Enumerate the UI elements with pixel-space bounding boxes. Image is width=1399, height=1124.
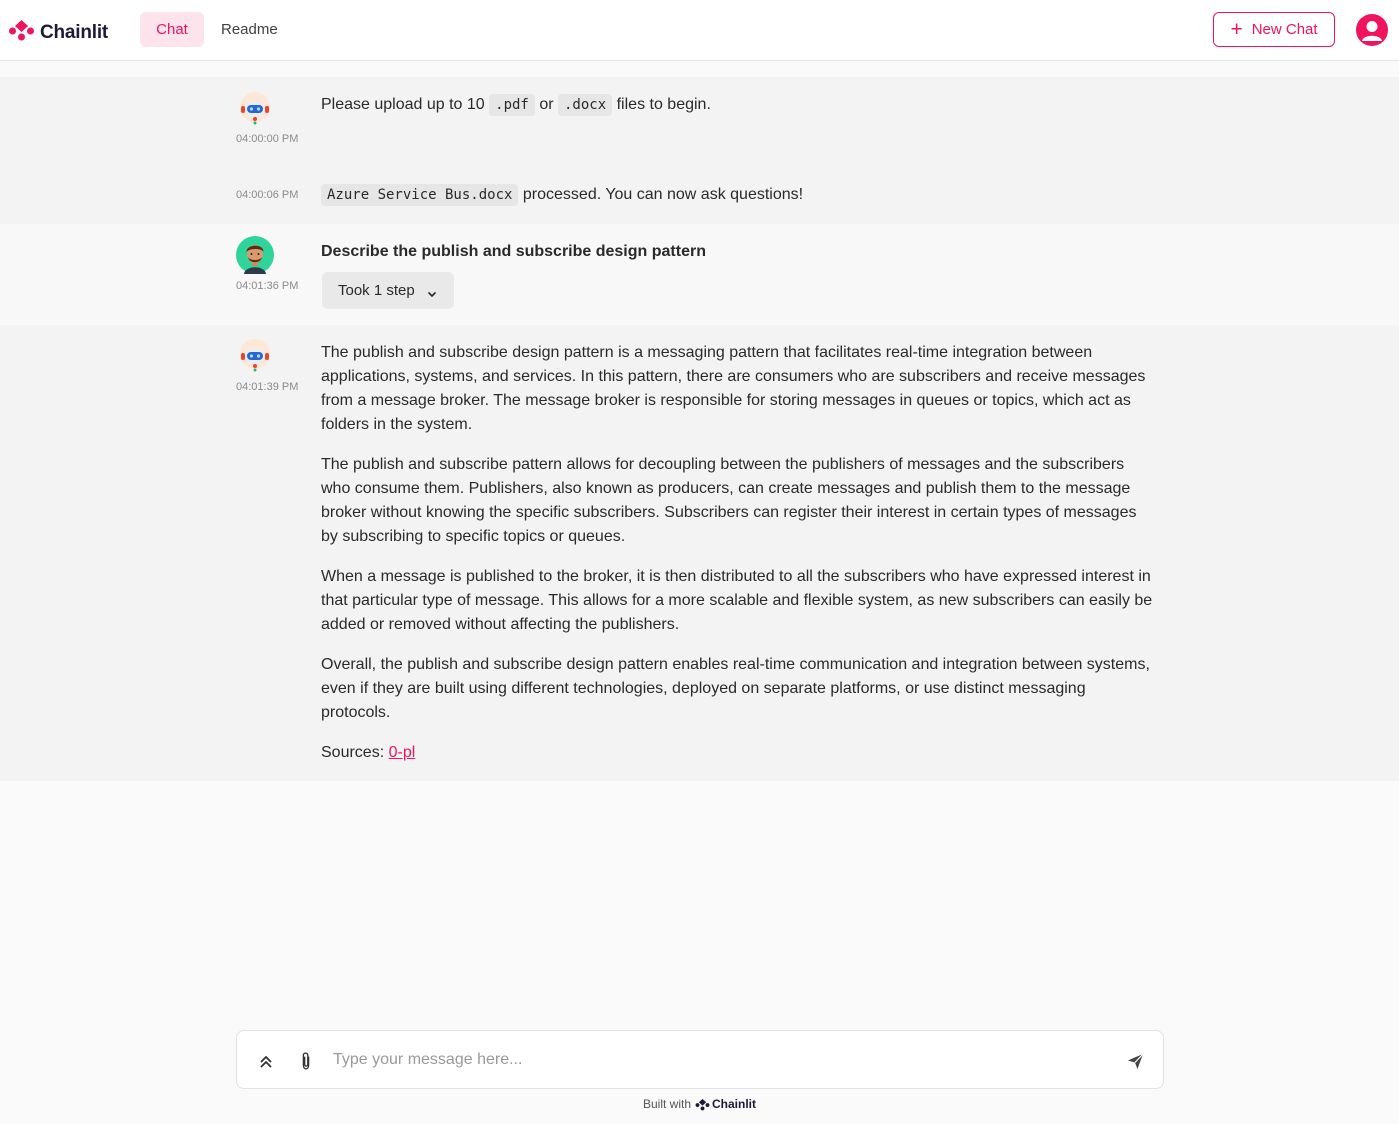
built-with-label: Built with: [642, 1097, 692, 1111]
app-logo[interactable]: Chainlit: [8, 19, 108, 46]
assistant-answer: The publish and subscribe design pattern…: [321, 341, 1156, 781]
top-header: Chainlit Chat Readme + New Chat: [0, 0, 1399, 61]
user-message-group: 04:01:36 PM Describe the publish and sub…: [0, 224, 1399, 325]
step-label: Took 1 step: [338, 282, 415, 299]
chevron-down-icon: [427, 286, 437, 297]
message-timestamp: 04:01:36 PM: [236, 280, 299, 292]
user-face-avatar-icon: [236, 236, 274, 274]
new-chat-button[interactable]: + New Chat: [1213, 12, 1335, 47]
user-avatar-button[interactable]: [1356, 14, 1388, 46]
source-link[interactable]: 0-pl: [389, 744, 416, 761]
user-avatar-icon: [1362, 21, 1382, 41]
message-content: Azure Service Bus.docx processed. You ca…: [321, 183, 1156, 207]
answer-paragraph: The publish and subscribe pattern allows…: [321, 456, 1137, 545]
message-composer: [236, 1030, 1164, 1089]
built-with-footer: Built with Chainlit: [0, 1097, 1399, 1111]
paperclip-icon[interactable]: [294, 1049, 318, 1073]
took-steps-toggle[interactable]: Took 1 step: [322, 272, 454, 309]
message-content: Please upload up to 10 .pdf or .docx fil…: [321, 93, 1156, 117]
message-input[interactable]: [333, 1045, 1113, 1075]
logo-text: Chainlit: [40, 21, 109, 43]
answer-paragraph: When a message is published to the broke…: [321, 568, 1153, 633]
chevrons-up-icon[interactable]: [254, 1049, 278, 1073]
inline-code: .pdf: [489, 94, 535, 116]
sources-line: Sources: 0-pl: [321, 741, 1156, 765]
message-text: or: [539, 96, 554, 113]
answer-paragraph: Overall, the publish and subscribe desig…: [321, 656, 1150, 721]
answer-paragraph: The publish and subscribe design pattern…: [321, 344, 1146, 433]
inline-code: .docx: [558, 94, 613, 116]
send-icon[interactable]: [1123, 1049, 1147, 1073]
footer-brand-name: Chainlit: [712, 1097, 757, 1111]
robot-avatar-icon: [236, 337, 274, 375]
message-text: processed. You can now ask questions!: [522, 186, 804, 203]
chainlit-logo-icon: [8, 19, 35, 46]
user-message-text: Describe the publish and subscribe desig…: [321, 243, 706, 260]
footer-brand-link[interactable]: Chainlit: [695, 1097, 756, 1111]
tab-chat[interactable]: Chat: [140, 12, 204, 47]
message-text: files to begin.: [616, 96, 711, 113]
sources-label: Sources:: [321, 744, 385, 761]
inline-code: Azure Service Bus.docx: [321, 184, 519, 206]
assistant-message-group: 04:00:00 PM Please upload up to 10 .pdf …: [0, 77, 1399, 224]
message-timestamp: 04:00:00 PM: [236, 133, 299, 145]
message-timestamp: 04:01:39 PM: [236, 381, 299, 393]
tab-readme[interactable]: Readme: [205, 12, 294, 47]
new-chat-label: New Chat: [1251, 21, 1318, 38]
assistant-message-group: 04:01:39 PM The publish and subscribe de…: [0, 325, 1399, 781]
message-text: Please upload up to 10: [321, 96, 485, 113]
message-timestamp: 04:00:06 PM: [236, 189, 299, 201]
robot-avatar-icon: [236, 90, 274, 128]
chainlit-logo-icon: [695, 1098, 710, 1110]
plus-icon: +: [1230, 18, 1243, 41]
